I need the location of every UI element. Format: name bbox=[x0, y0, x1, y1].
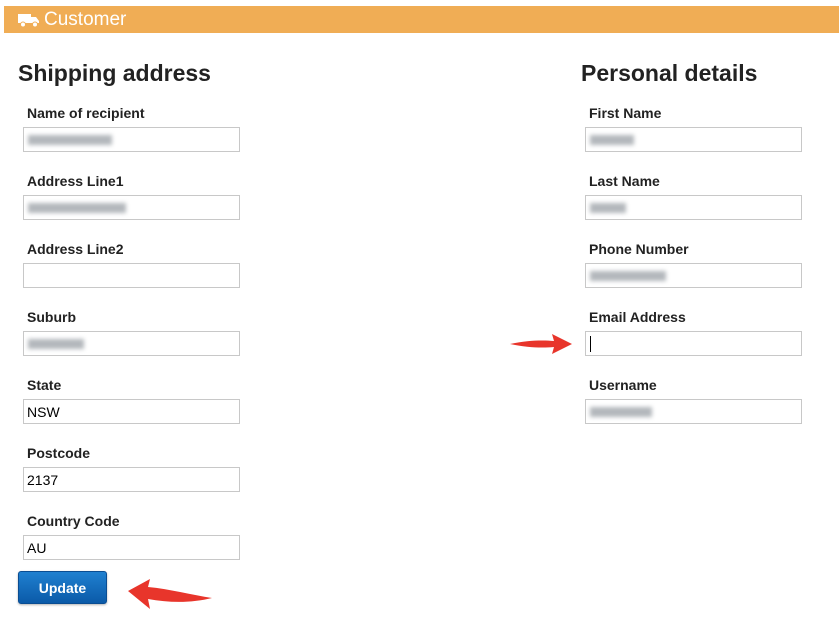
shipping-address-title: Shipping address bbox=[18, 60, 211, 86]
recipient-field[interactable] bbox=[23, 127, 240, 152]
first-name-label: First Name bbox=[589, 105, 662, 121]
recipient-label: Name of recipient bbox=[27, 105, 145, 121]
suburb-label: Suburb bbox=[27, 309, 76, 325]
state-field[interactable] bbox=[23, 399, 240, 424]
arrow-pointing-to-email-field bbox=[510, 334, 572, 354]
first-name-field[interactable] bbox=[585, 127, 802, 152]
header-bar: Customer bbox=[4, 6, 839, 33]
postcode-label: Postcode bbox=[27, 445, 91, 461]
country-code-label: Country Code bbox=[27, 513, 120, 529]
text-cursor bbox=[590, 336, 591, 352]
redacted-text bbox=[28, 135, 112, 145]
personal-details-title: Personal details bbox=[581, 60, 758, 86]
update-button[interactable]: Update bbox=[18, 571, 107, 604]
address-line2-label: Address Line2 bbox=[27, 241, 124, 257]
postcode-field[interactable] bbox=[23, 467, 240, 492]
address-line2-field[interactable] bbox=[23, 263, 240, 288]
redacted-text bbox=[590, 203, 626, 213]
last-name-label: Last Name bbox=[589, 173, 660, 189]
username-field[interactable] bbox=[585, 399, 802, 424]
redacted-text bbox=[28, 203, 126, 213]
header-title: Customer bbox=[44, 8, 127, 30]
redacted-text bbox=[590, 407, 652, 417]
truck-icon bbox=[18, 12, 40, 28]
redacted-text bbox=[28, 339, 84, 349]
last-name-field[interactable] bbox=[585, 195, 802, 220]
email-address-field[interactable] bbox=[585, 331, 802, 356]
phone-number-label: Phone Number bbox=[589, 241, 689, 257]
email-address-label: Email Address bbox=[589, 309, 686, 325]
state-label: State bbox=[27, 377, 62, 393]
country-code-field[interactable] bbox=[23, 535, 240, 560]
address-line1-label: Address Line1 bbox=[27, 173, 124, 189]
arrow-pointing-to-update-button bbox=[128, 579, 212, 609]
address-line1-field[interactable] bbox=[23, 195, 240, 220]
suburb-field[interactable] bbox=[23, 331, 240, 356]
redacted-text bbox=[590, 135, 634, 145]
username-label: Username bbox=[589, 377, 657, 393]
redacted-text bbox=[590, 271, 666, 281]
phone-number-field[interactable] bbox=[585, 263, 802, 288]
